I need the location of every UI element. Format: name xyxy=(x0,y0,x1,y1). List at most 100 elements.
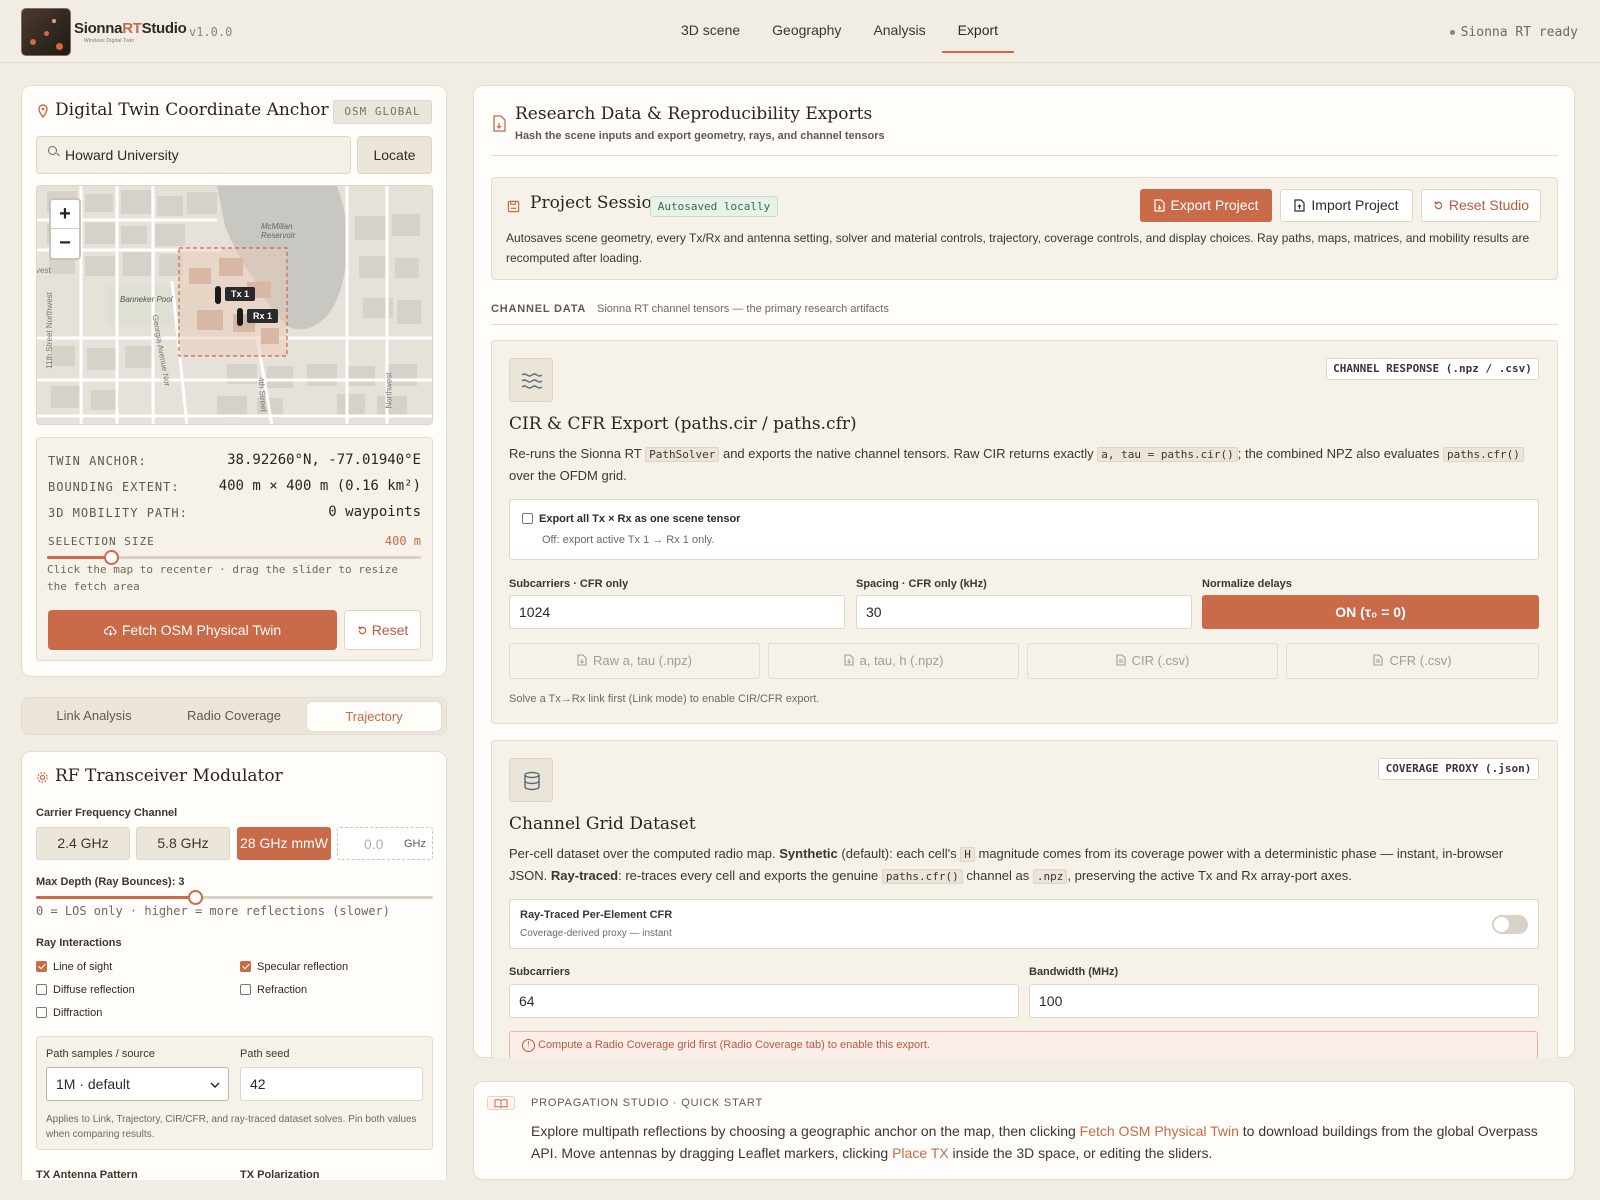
fetch-osm-button[interactable]: Fetch OSM Physical Twin xyxy=(48,610,337,650)
location-search-input[interactable] xyxy=(65,137,345,173)
file-icon xyxy=(1116,654,1126,666)
download-raw-npz-button[interactable]: Raw a, tau (.npz) xyxy=(509,643,760,679)
grid-description: Per-cell dataset over the computed radio… xyxy=(509,846,1504,884)
max-depth-slider[interactable] xyxy=(36,896,433,899)
ray-interactions-label: Ray Interactions xyxy=(36,937,122,949)
channel-data-subtitle: Sionna RT channel tensors — the primary … xyxy=(597,303,889,315)
waves-icon xyxy=(521,373,543,389)
place-tx-link[interactable]: Place TX xyxy=(892,1145,949,1161)
subtab-trajectory[interactable]: Trajectory xyxy=(306,701,442,732)
ray-traced-hint: Coverage-derived proxy — instant xyxy=(520,928,672,939)
cir-note: Solve a Tx→Rx link first (Link mode) to … xyxy=(509,693,820,705)
normalize-delays-label: Normalize delays xyxy=(1202,578,1292,590)
twin-anchor-row: TWIN ANCHOR: 38.92260°N, -77.01940°E xyxy=(48,452,421,468)
cir-icon-box xyxy=(509,358,553,402)
cfr-subcarriers-input[interactable]: 1024 xyxy=(509,595,845,629)
channel-response-tag: CHANNEL RESPONSE (.npz / .csv) xyxy=(1326,358,1539,380)
checkbox-icon xyxy=(240,984,251,995)
file-download-icon xyxy=(844,654,854,666)
subtab-radio-coverage[interactable]: Radio Coverage xyxy=(166,701,302,732)
zoom-out-button[interactable]: − xyxy=(51,229,79,258)
normalize-delays-toggle[interactable]: ON (τ₀ = 0) xyxy=(1202,595,1539,629)
path-samples-select[interactable]: 1M · default xyxy=(46,1067,229,1101)
cfr-spacing-input[interactable]: 30 xyxy=(856,595,1192,629)
ray-traced-toggle[interactable] xyxy=(1492,915,1528,934)
map-tiles xyxy=(37,186,432,424)
bandwidth-input[interactable]: 100 xyxy=(1029,984,1539,1018)
reset-anchor-button[interactable]: Reset xyxy=(344,610,421,650)
grid-icon-box xyxy=(509,758,553,802)
divider xyxy=(491,155,1558,156)
file-icon xyxy=(1373,654,1383,666)
custom-frequency-input[interactable]: 0.0 GHz xyxy=(337,827,433,860)
path-samples-label: Path samples / source xyxy=(46,1048,155,1060)
save-icon xyxy=(507,200,520,213)
main-nav: 3D scene Geography Analysis Export xyxy=(665,0,1015,63)
map-pin-icon xyxy=(38,104,48,118)
quick-start-title: PROPAGATION STUDIO · QUICK START xyxy=(531,1097,763,1109)
export-all-checkbox[interactable]: Export all Tx × Rx as one scene tensor xyxy=(522,513,740,525)
file-download-icon xyxy=(577,654,587,666)
fetch-osm-link[interactable]: Fetch OSM Physical Twin xyxy=(1080,1123,1239,1139)
zoom-in-button[interactable]: + xyxy=(51,200,79,229)
bounding-extent-row: BOUNDING EXTENT: 400 m × 400 m (0.16 km²) xyxy=(48,478,421,494)
band-28-button[interactable]: 28 GHz mmW xyxy=(237,827,331,860)
download-cfr-csv-button[interactable]: CFR (.csv) xyxy=(1286,643,1539,679)
tx-marker-label: Tx 1 xyxy=(225,287,256,301)
osm-global-badge: OSM GLOBAL xyxy=(333,100,432,124)
file-import-icon xyxy=(1294,199,1306,212)
tab-analysis[interactable]: Analysis xyxy=(857,0,941,53)
import-project-button[interactable]: Import Project xyxy=(1280,189,1413,222)
reset-studio-button[interactable]: Reset Studio xyxy=(1421,189,1541,222)
los-checkbox[interactable]: Line of sight xyxy=(36,961,112,973)
download-full-npz-button[interactable]: a, tau, h (.npz) xyxy=(768,643,1019,679)
subtab-link-analysis[interactable]: Link Analysis xyxy=(26,701,162,732)
tab-geography[interactable]: Geography xyxy=(756,0,857,53)
refraction-checkbox[interactable]: Refraction xyxy=(240,984,307,996)
path-seed-label: Path seed xyxy=(240,1048,290,1060)
anchor-title: Digital Twin Coordinate Anchor xyxy=(55,100,329,120)
file-export-icon xyxy=(1153,199,1165,212)
max-depth-label: Max Depth (Ray Bounces): 3 xyxy=(36,876,185,888)
location-search xyxy=(36,136,351,174)
coverage-proxy-tag: COVERAGE PROXY (.json) xyxy=(1378,758,1539,780)
carrier-label: Carrier Frequency Channel xyxy=(36,807,178,819)
ray-traced-label: Ray-Traced Per-Element CFR xyxy=(520,909,673,921)
locate-button[interactable]: Locate xyxy=(357,136,432,174)
gear-icon xyxy=(37,772,48,783)
autosaved-badge: Autosaved locally xyxy=(650,196,778,217)
version-label: v1.0.0 xyxy=(189,25,233,39)
rx-marker-label: Rx 1 xyxy=(247,309,279,323)
checkbox-icon xyxy=(36,1007,47,1018)
database-icon xyxy=(524,771,540,791)
download-cir-csv-button[interactable]: CIR (.csv) xyxy=(1027,643,1278,679)
book-icon-box xyxy=(487,1096,515,1110)
quick-start-text: Explore multipath reflections by choosin… xyxy=(531,1123,1538,1161)
tx-marker[interactable] xyxy=(215,286,221,304)
export-all-hint: Off: export active Tx 1 → Rx 1 only. xyxy=(542,534,715,546)
max-depth-hint: 0 = LOS only · higher = more reflections… xyxy=(36,904,391,918)
export-all-box xyxy=(509,499,1539,560)
file-export-icon xyxy=(493,115,506,132)
tab-3d-scene[interactable]: 3D scene xyxy=(665,0,756,53)
divider xyxy=(491,324,1558,325)
solver-status: Sionna RT ready xyxy=(1449,25,1578,40)
path-seed-input[interactable]: 42 xyxy=(240,1067,423,1101)
diffraction-checkbox[interactable]: Diffraction xyxy=(36,1007,102,1019)
diffuse-checkbox[interactable]: Diffuse reflection xyxy=(36,984,135,996)
specular-checkbox[interactable]: Specular reflection xyxy=(240,961,348,973)
top-bar: SionnaRTStudio Wireless Digital Twin v1.… xyxy=(0,0,1600,63)
selection-size-row: SELECTION SIZE 400 m xyxy=(48,534,421,548)
grid-subcarriers-input[interactable]: 64 xyxy=(509,984,1019,1018)
band-2-4-button[interactable]: 2.4 GHz xyxy=(36,827,130,860)
rx-marker[interactable] xyxy=(237,308,243,326)
band-5-8-button[interactable]: 5.8 GHz xyxy=(136,827,230,860)
tab-export[interactable]: Export xyxy=(941,0,1015,53)
brand-name: SionnaRTStudio xyxy=(74,20,187,37)
search-icon xyxy=(48,146,57,155)
anchor-map[interactable]: McMillan Reservoir Banneker Pool vest 11t… xyxy=(36,185,433,425)
cir-description: Re-runs the Sionna RT PathSolver and exp… xyxy=(509,443,1539,486)
export-project-button[interactable]: Export Project xyxy=(1140,189,1272,222)
cir-cfr-title: CIR & CFR Export (paths.cir / paths.cfr) xyxy=(509,414,857,434)
map-label-northwest: Northwest xyxy=(384,372,394,409)
